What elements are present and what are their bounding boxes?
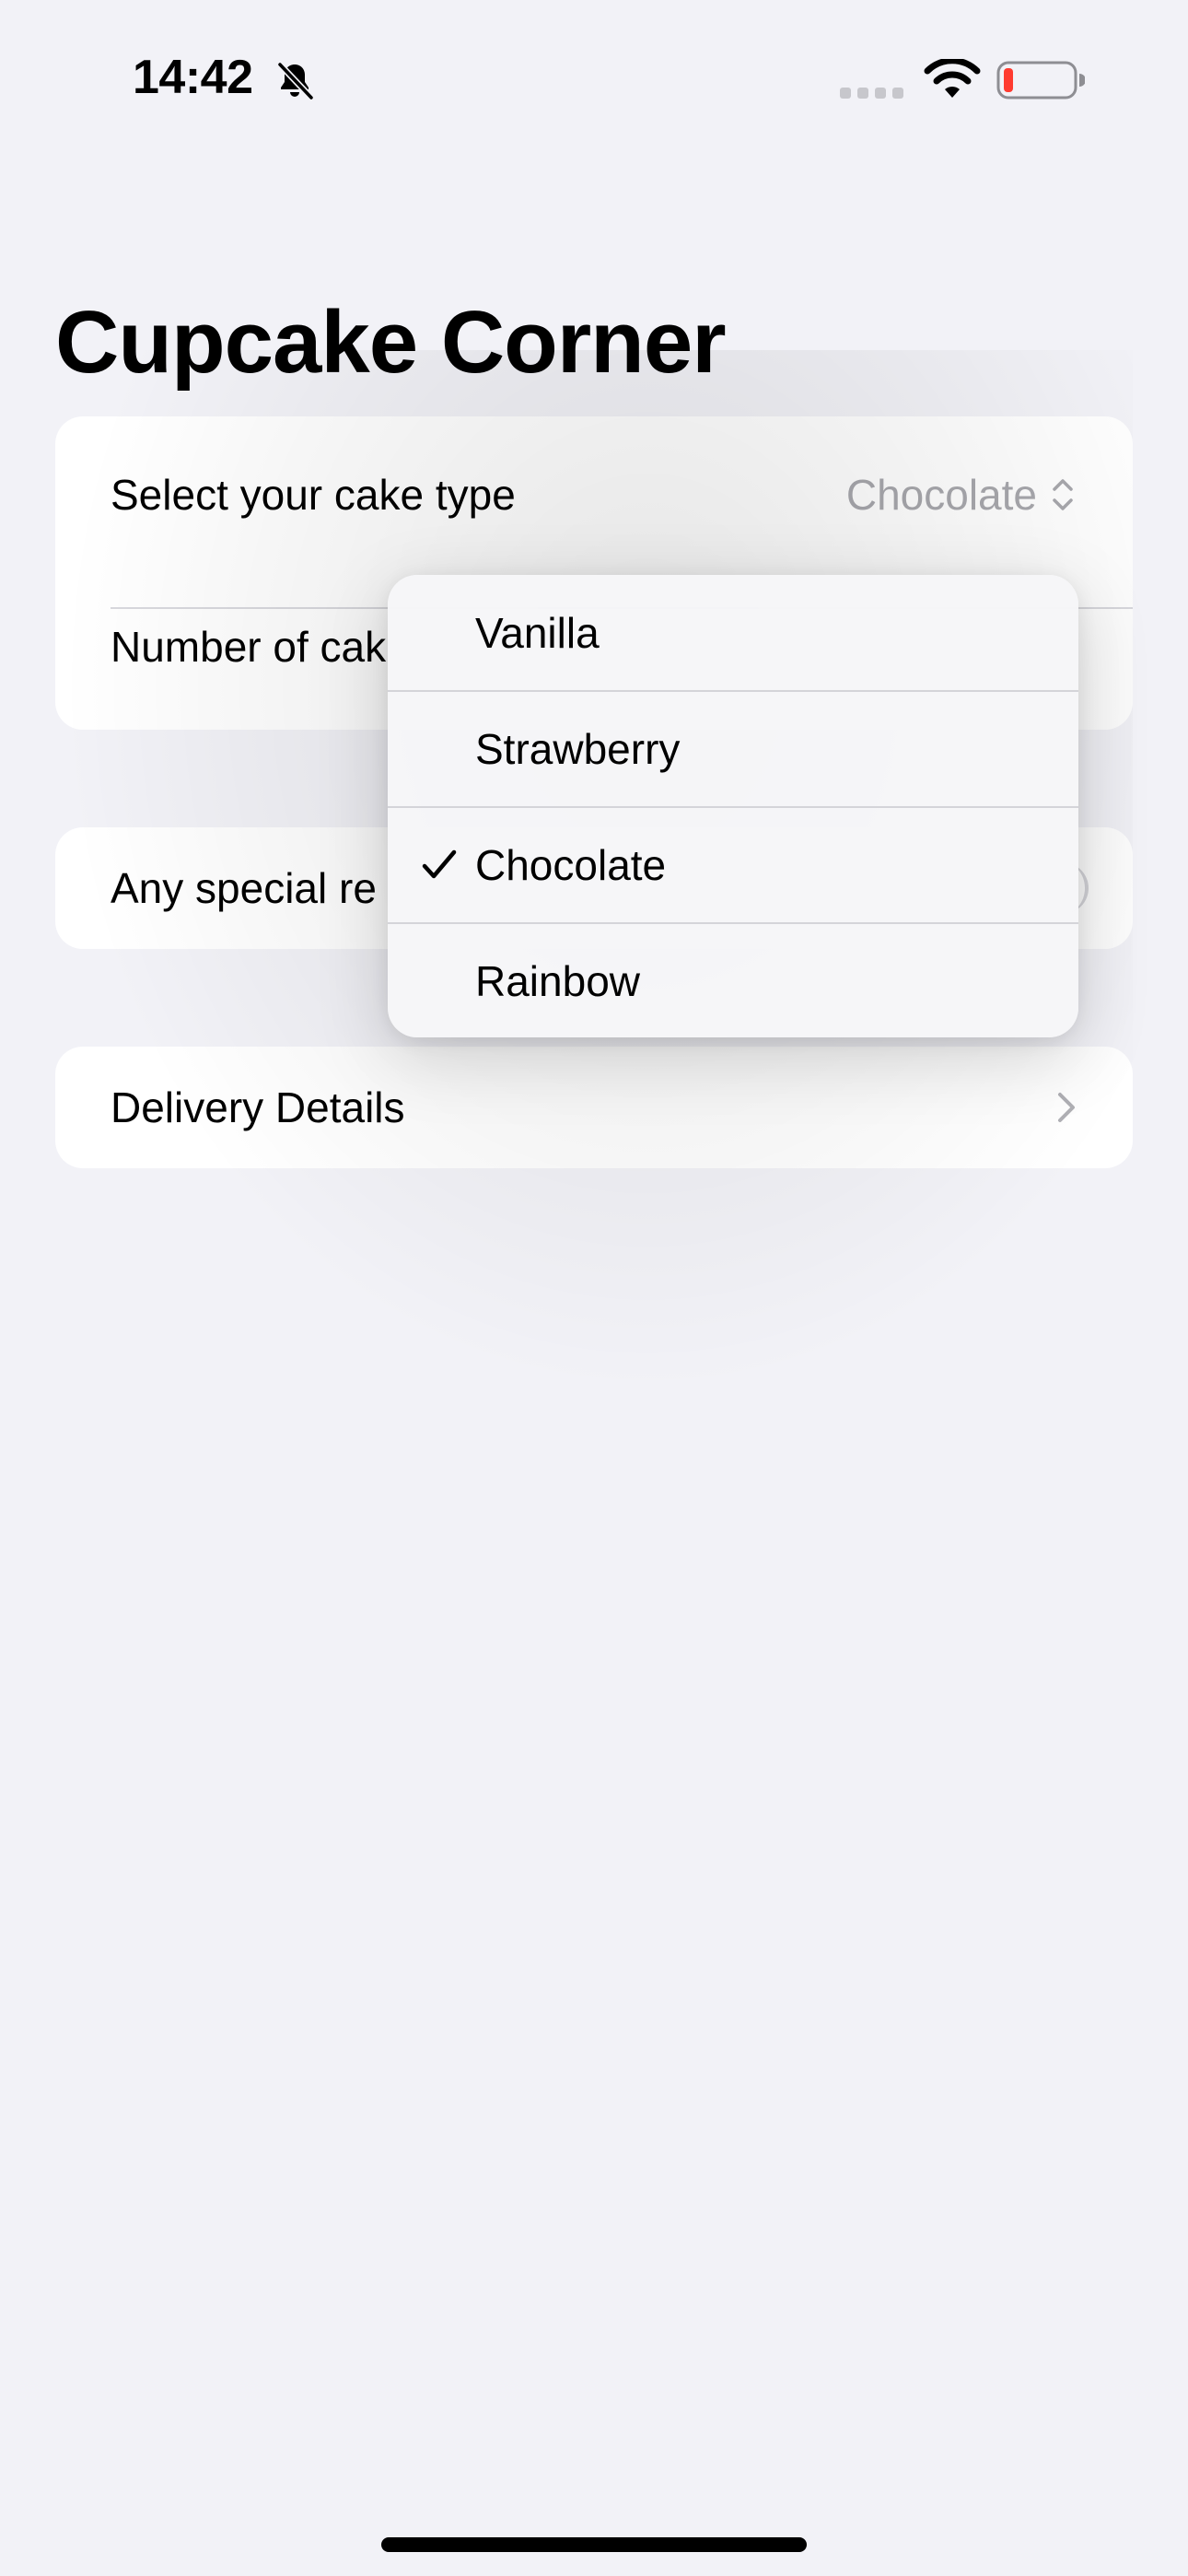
chevron-right-icon bbox=[1058, 1093, 1075, 1122]
menu-item-strawberry[interactable]: Strawberry bbox=[388, 691, 1078, 807]
checkmark-icon bbox=[422, 849, 457, 879]
delivery-details-link[interactable]: Delivery Details bbox=[55, 1047, 1133, 1168]
menu-item-label: Chocolate bbox=[475, 841, 667, 889]
cake-type-picker-row[interactable]: Select your cake type Chocolate bbox=[55, 416, 1133, 573]
menu-item-rainbow[interactable]: Rainbow bbox=[388, 923, 1078, 1037]
home-indicator bbox=[381, 2537, 807, 2552]
signal-icon bbox=[840, 88, 903, 99]
menu-item-label: Rainbow bbox=[475, 957, 640, 1005]
menu-item-vanilla[interactable]: Vanilla bbox=[388, 575, 1078, 691]
bell-slash-icon bbox=[277, 62, 314, 100]
menu-item-label: Vanilla bbox=[475, 609, 600, 657]
chevron-up-down-icon bbox=[1053, 479, 1073, 510]
cake-type-picker[interactable]: Chocolate bbox=[846, 469, 1076, 521]
cake-type-label: Select your cake type bbox=[111, 471, 516, 519]
cake-type-value: Chocolate bbox=[845, 471, 1037, 519]
cake-count-label: Number of cak bbox=[111, 623, 387, 671]
status-time: 14:42 bbox=[133, 51, 253, 104]
status-bar: 14:42 bbox=[0, 0, 1188, 157]
special-requests-label: Any special re bbox=[111, 864, 377, 912]
page-title: Cupcake Corner bbox=[55, 293, 727, 392]
menu-item-chocolate[interactable]: Chocolate bbox=[388, 807, 1078, 923]
cake-type-menu: Vanilla Strawberry Chocolate Rainbow bbox=[388, 575, 1078, 1037]
wifi-icon bbox=[924, 59, 981, 98]
battery-low-icon bbox=[996, 61, 1085, 100]
delivery-details-label: Delivery Details bbox=[111, 1083, 405, 1131]
menu-item-label: Strawberry bbox=[475, 725, 681, 773]
